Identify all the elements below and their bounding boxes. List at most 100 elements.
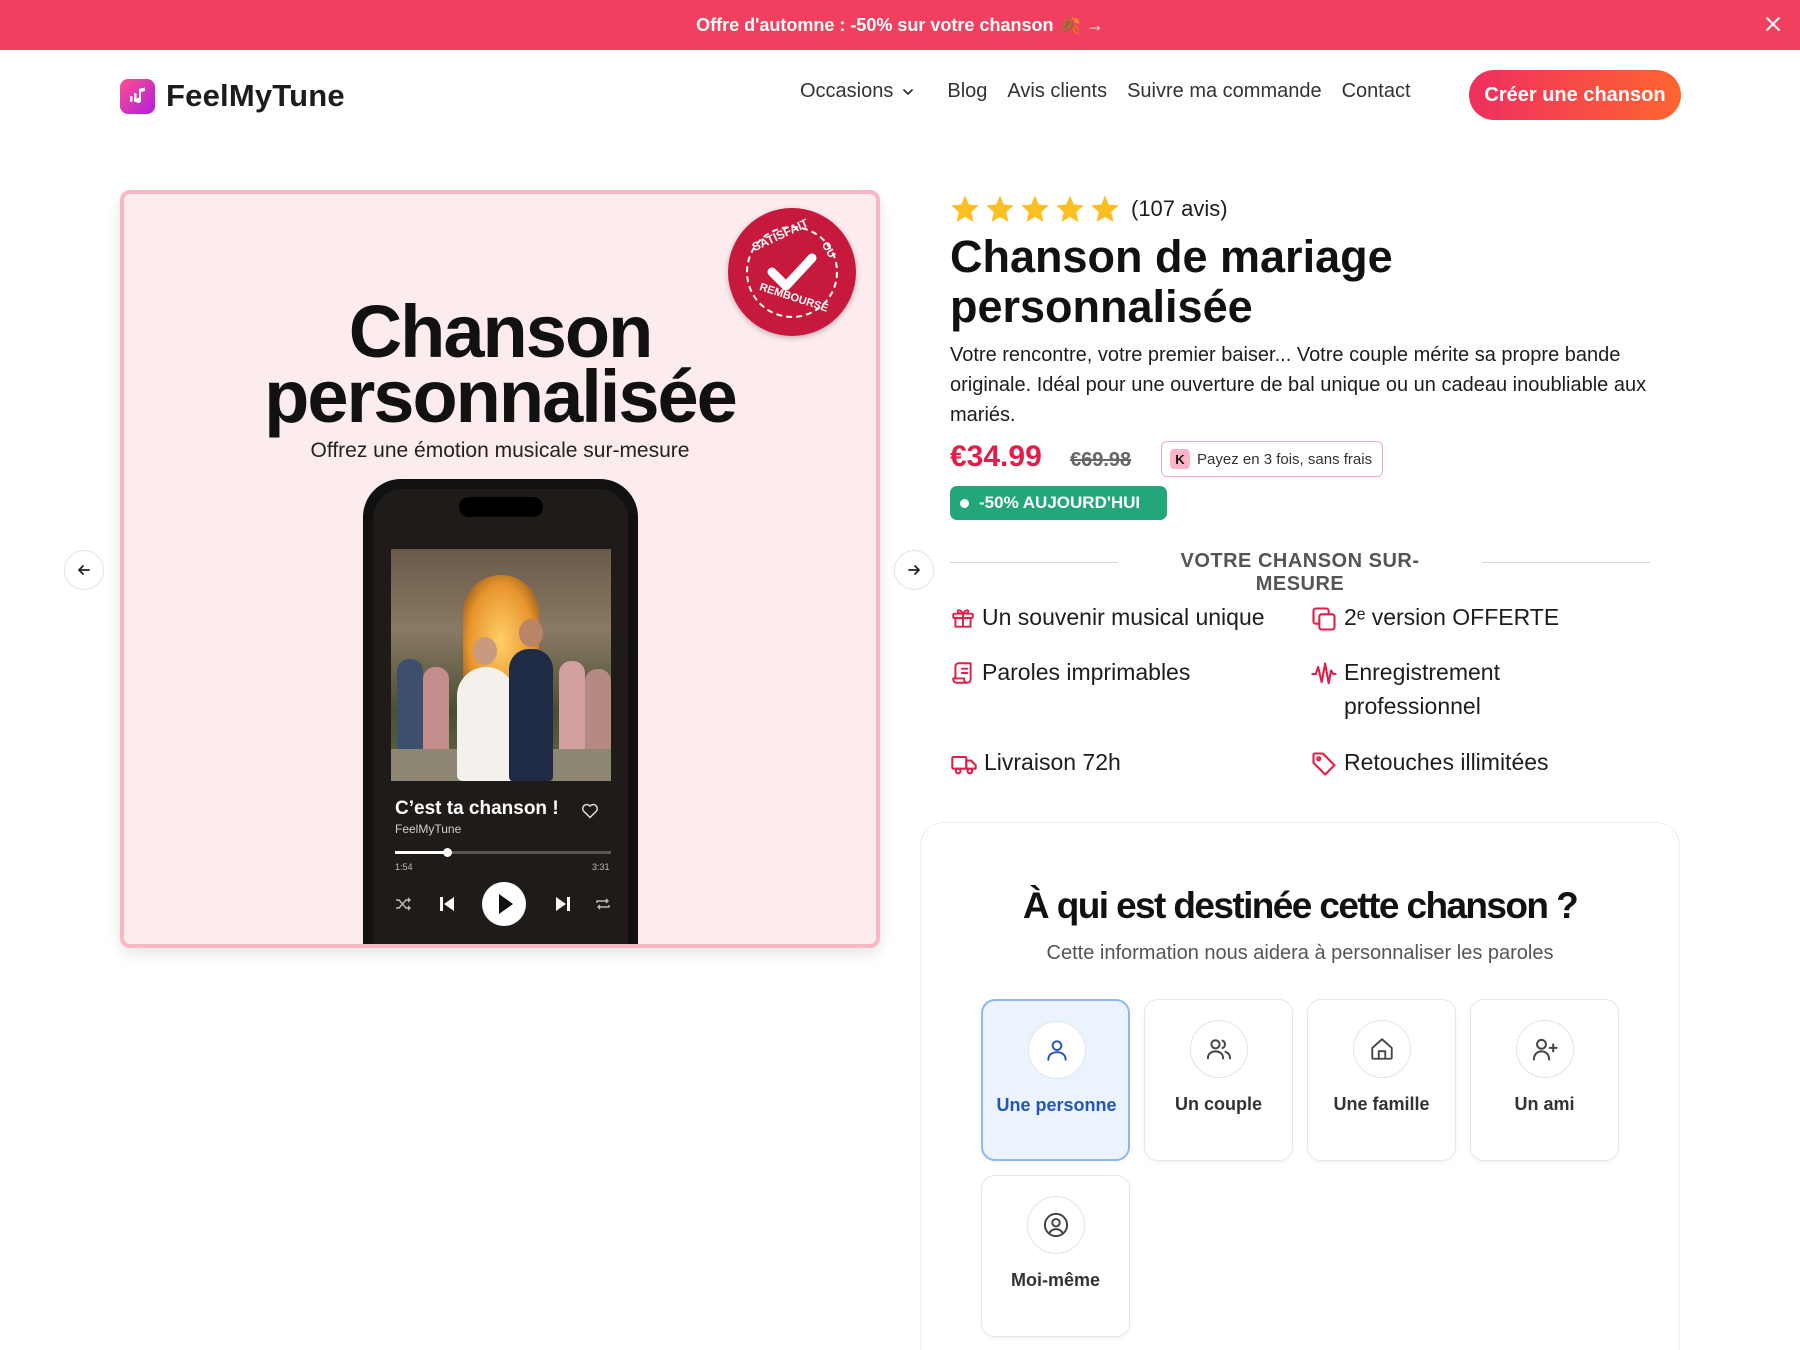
player-song-title: C’est ta chanson ! bbox=[395, 798, 559, 819]
feature-label: Paroles imprimables bbox=[982, 659, 1191, 685]
recipient-selection-card: À qui est destinée cette chanson ? Cette… bbox=[920, 822, 1680, 1350]
features-section-header: VOTRE CHANSON SUR-MESURE bbox=[950, 550, 1650, 595]
brand-name: FeelMyTune bbox=[166, 78, 345, 113]
bride-figure bbox=[457, 667, 515, 781]
user-circle-icon bbox=[1027, 1196, 1085, 1254]
rating[interactable]: (107 avis) bbox=[950, 194, 1228, 223]
copy-icon bbox=[1312, 607, 1336, 631]
klarna-installments-badge[interactable]: K Payez en 3 fois, sans frais bbox=[1161, 441, 1383, 477]
gallery-prev-button[interactable] bbox=[64, 550, 104, 590]
discount-badge: -50% AUJOURD'HUI bbox=[950, 486, 1167, 520]
klarna-text: Payez en 3 fois, sans frais bbox=[1197, 450, 1373, 468]
recipient-option-label: Une famille bbox=[1333, 1094, 1430, 1114]
bride-head bbox=[473, 637, 497, 665]
tag-icon bbox=[1312, 752, 1336, 776]
feature-label: Un souvenir musical unique bbox=[982, 604, 1265, 630]
groom-figure bbox=[509, 649, 553, 781]
previous-icon bbox=[440, 897, 454, 911]
recipient-subtitle: Cette information nous aidera à personna… bbox=[1046, 942, 1554, 964]
recipient-option-family[interactable]: Une famille bbox=[1307, 999, 1456, 1161]
heart-icon bbox=[582, 803, 598, 819]
divider-line bbox=[1482, 562, 1650, 563]
gallery-subtitle: Offrez une émotion musicale sur-mesure bbox=[310, 439, 690, 462]
feature-item: Paroles imprimables bbox=[950, 655, 1190, 689]
product-title: Chanson de mariage personnalisée bbox=[950, 231, 1393, 332]
audio-wave-icon bbox=[1311, 662, 1337, 685]
nav-contact[interactable]: Contact bbox=[1342, 80, 1411, 103]
feature-item: Retouches illimitées bbox=[1310, 745, 1549, 779]
nav-track-order[interactable]: Suivre ma commande bbox=[1127, 80, 1322, 103]
feature-item: 2ᵉ version OFFERTE bbox=[1310, 600, 1559, 634]
feature-label: Retouches illimitées bbox=[1344, 749, 1549, 775]
recipient-option-label: Un couple bbox=[1174, 1094, 1262, 1114]
player-controls bbox=[395, 881, 611, 927]
brand-logo[interactable]: FeelMyTune bbox=[120, 78, 345, 114]
divider-line bbox=[950, 562, 1118, 563]
scroll-icon bbox=[952, 662, 972, 684]
star-icon bbox=[951, 195, 979, 222]
recipient-option-label: Un ami bbox=[1514, 1094, 1575, 1114]
feature-label: Enregistrement professionnel bbox=[1344, 659, 1500, 719]
next-icon bbox=[556, 897, 570, 911]
close-icon[interactable] bbox=[1760, 12, 1786, 38]
nav-occasions[interactable]: Occasions bbox=[800, 80, 915, 103]
announcement-text[interactable]: Offre d'automne : -50% sur votre chanson… bbox=[696, 15, 1104, 36]
feature-label: Livraison 72h bbox=[984, 749, 1121, 775]
feature-item: Livraison 72h bbox=[950, 745, 1121, 779]
recipient-option-friend[interactable]: Un ami bbox=[1470, 999, 1619, 1161]
nav-blog[interactable]: Blog bbox=[947, 80, 987, 103]
player-duration: 3:31 bbox=[592, 862, 610, 872]
wedding-photo bbox=[391, 549, 611, 781]
gallery-title-line2: personnalisée bbox=[264, 355, 738, 438]
recipient-option-person[interactable]: Une personne bbox=[981, 999, 1130, 1161]
announcement-bar[interactable]: Offre d'automne : -50% sur votre chanson… bbox=[0, 0, 1800, 50]
arrow-left-icon bbox=[78, 565, 90, 575]
phone-notch bbox=[459, 497, 543, 517]
site-header: FeelMyTune Occasions Blog Avis clients S… bbox=[0, 50, 1800, 140]
feature-item: Enregistrement professionnel bbox=[1310, 655, 1600, 723]
current-price: €34.99 bbox=[950, 440, 1042, 473]
check-icon bbox=[767, 253, 817, 291]
discount-badge-text: -50% AUJOURD'HUI bbox=[979, 493, 1141, 512]
arrow-right-icon bbox=[908, 565, 920, 575]
music-note-icon bbox=[120, 78, 155, 114]
nav-occasions-label: Occasions bbox=[800, 80, 894, 102]
dot-icon bbox=[960, 498, 969, 508]
features-section-title: VOTRE CHANSON SUR-MESURE bbox=[1180, 550, 1420, 595]
player-elapsed-time: 1:54 bbox=[395, 862, 413, 872]
phone-mockup: C’est ta chanson ! FeelMyTune 1:54 3:31 bbox=[363, 479, 638, 944]
star-icon bbox=[1056, 195, 1084, 222]
star-icon bbox=[1021, 195, 1049, 222]
player-artist: FeelMyTune bbox=[395, 822, 462, 836]
repeat-icon bbox=[596, 898, 610, 910]
user-icon bbox=[1028, 1021, 1086, 1079]
recipient-option-label: Une personne bbox=[996, 1095, 1117, 1115]
recipient-option-myself[interactable]: Moi-même bbox=[981, 1175, 1130, 1337]
star-icon bbox=[1091, 195, 1119, 222]
phone-screen: C’est ta chanson ! FeelMyTune 1:54 3:31 bbox=[373, 489, 628, 944]
review-count[interactable]: (107 avis) bbox=[1131, 196, 1228, 222]
feature-label: 2ᵉ version OFFERTE bbox=[1344, 604, 1560, 630]
satisfaction-badge: SATISFAIT OU REMBOURSÉ bbox=[728, 208, 856, 336]
player-progress-fill bbox=[395, 851, 447, 854]
recipient-option-couple[interactable]: Un couple bbox=[1144, 999, 1293, 1161]
users-icon bbox=[1190, 1020, 1248, 1078]
star-icon bbox=[986, 195, 1014, 222]
play-icon bbox=[482, 882, 526, 926]
shuffle-icon bbox=[396, 897, 411, 911]
product-gallery-image[interactable]: Chanson personnalisée Offrez une émotion… bbox=[120, 190, 880, 948]
truck-icon bbox=[951, 755, 977, 775]
gallery-next-button[interactable] bbox=[894, 550, 934, 590]
user-plus-icon bbox=[1516, 1020, 1574, 1078]
product-description: Votre rencontre, votre premier baiser...… bbox=[950, 344, 1647, 426]
recipient-option-label: Moi-même bbox=[1010, 1270, 1100, 1290]
recipient-title: À qui est destinée cette chanson ? bbox=[1022, 885, 1579, 926]
player-progress-bar bbox=[395, 848, 611, 857]
nav-reviews[interactable]: Avis clients bbox=[1007, 80, 1107, 103]
groom-head bbox=[519, 619, 543, 647]
main-nav: Occasions Blog Avis clients Suivre ma co… bbox=[800, 80, 1431, 103]
player-progress-knob bbox=[442, 848, 452, 857]
feature-item: Un souvenir musical unique bbox=[950, 600, 1265, 634]
create-song-button[interactable]: Créer une chanson bbox=[1469, 70, 1681, 120]
gift-icon bbox=[952, 609, 974, 628]
